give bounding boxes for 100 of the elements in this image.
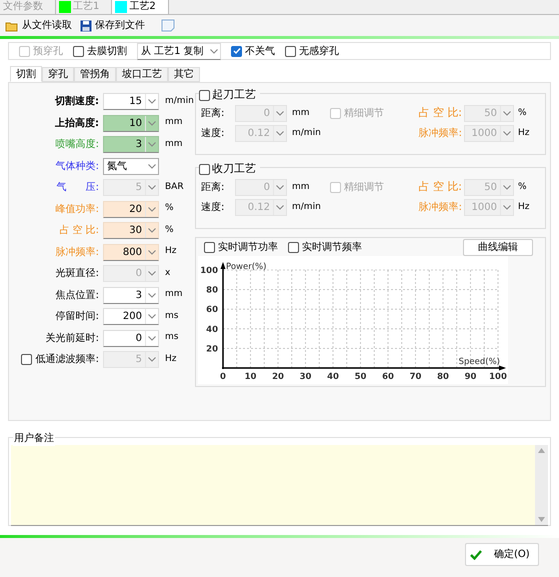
- chevron-down-icon: [148, 314, 156, 319]
- field-label: 脉冲频率:: [418, 126, 463, 141]
- gas-dropdown[interactable]: 氮气: [103, 158, 159, 174]
- chevron-down-icon: [210, 48, 218, 54]
- spin-field[interactable]: 10: [103, 114, 159, 132]
- unit-label: %: [165, 202, 174, 216]
- spin-field: 1000: [464, 199, 514, 216]
- checkbox[interactable]: [285, 46, 296, 56]
- chevron-down-icon: [148, 142, 156, 147]
- document-tab[interactable]: 工艺2: [112, 0, 169, 14]
- field-label: 脉冲频率:: [56, 246, 99, 260]
- unit-label: ms: [165, 331, 178, 344]
- tab[interactable]: 坡口工艺: [116, 67, 168, 82]
- unit-label: mm: [292, 106, 311, 120]
- checkbox-label[interactable]: 实时调节频率: [302, 240, 362, 254]
- field-label: 脉冲频率:: [418, 200, 463, 215]
- x-tick-label: 20: [272, 372, 284, 382]
- spin-field[interactable]: 15: [103, 93, 159, 110]
- field-label: 速度:: [201, 200, 226, 215]
- group-title: 用户备注: [13, 431, 55, 446]
- folder-icon: [5, 20, 19, 32]
- spin-field[interactable]: 30: [103, 222, 159, 239]
- chevron-down-icon: [148, 357, 156, 362]
- spin-field: 5: [103, 179, 159, 196]
- chevron-down-icon: [276, 131, 284, 136]
- curve-edit-button[interactable]: 曲线编辑: [463, 238, 533, 256]
- y-axis-title: Power(%): [226, 262, 266, 272]
- spin-field: 50: [464, 179, 514, 196]
- field-label: 焦点位置:: [56, 288, 99, 302]
- copy-dropdown[interactable]: 从 工艺1 复制: [137, 42, 221, 60]
- unit-label: %: [518, 106, 527, 120]
- x-tick-label: 10: [244, 372, 256, 382]
- tab[interactable]: 穿孔: [42, 67, 74, 82]
- toolbar-button[interactable]: 从文件读取: [5, 16, 72, 34]
- unit-label: mm: [165, 288, 183, 302]
- chevron-down-icon: [148, 185, 156, 190]
- field-label: 气 压:: [56, 181, 99, 195]
- unit-label: x: [165, 266, 170, 280]
- unit-label: mm: [165, 138, 183, 151]
- spin-field[interactable]: 3: [103, 136, 159, 153]
- tab[interactable]: 管拐角: [74, 67, 116, 82]
- x-tick-label: 50: [354, 372, 366, 382]
- checkbox[interactable]: [231, 46, 242, 56]
- unit-label: %: [518, 180, 527, 194]
- spin-field[interactable]: 3: [103, 286, 159, 304]
- chevron-down-icon: [148, 336, 156, 340]
- chevron-down-icon: [148, 228, 156, 233]
- checkbox-label[interactable]: 实时调节功率: [218, 240, 278, 254]
- unit-label: BAR: [165, 180, 184, 194]
- field-label: 喷嘴高度:: [56, 138, 99, 152]
- tab[interactable]: 切割: [10, 66, 42, 82]
- x-axis-title: Speed(%): [458, 357, 500, 367]
- chevron-down-icon: [148, 271, 156, 276]
- checkbox-label[interactable]: 无感穿孔: [299, 44, 339, 58]
- unit-label: Hz: [518, 200, 530, 214]
- checkbox[interactable]: [199, 90, 210, 101]
- checkbox[interactable]: [73, 46, 84, 56]
- unit-label: %: [165, 224, 174, 237]
- chevron-down-icon: [148, 250, 156, 254]
- spin-field[interactable]: 200: [103, 308, 159, 325]
- spin-field[interactable]: 20: [103, 200, 159, 218]
- field-label: 速度:: [201, 126, 226, 141]
- toolbar-button[interactable]: 保存到文件: [80, 16, 145, 34]
- checkbox-label[interactable]: 不关气: [245, 44, 275, 58]
- unit-label: mm: [165, 116, 183, 130]
- field-label: 气体种类:: [56, 160, 99, 174]
- spin-field[interactable]: 0: [103, 330, 159, 346]
- chevron-down-icon: [503, 205, 511, 210]
- field-label: 占 空 比:: [59, 224, 99, 238]
- unit-label: m/min: [165, 94, 194, 108]
- tab[interactable]: 其它: [168, 67, 200, 82]
- checkbox-label: 预穿孔: [33, 44, 63, 58]
- field-label: 光斑直径:: [56, 266, 99, 281]
- checkbox-label: 精细调节: [344, 106, 384, 121]
- checkbox[interactable]: [204, 242, 215, 252]
- spin-field: 5: [103, 351, 159, 368]
- spin-field: 0.12: [235, 125, 287, 142]
- field-label: 峰值功率:: [56, 202, 99, 216]
- y-tick-label: 80: [206, 286, 218, 296]
- ok-button[interactable]: 确定(O): [465, 543, 539, 566]
- x-tick-label: 0: [220, 372, 226, 382]
- field-label: 占 空 比:: [417, 179, 463, 196]
- checkbox-label[interactable]: 去膜切割: [87, 44, 127, 58]
- x-tick-label: 80: [437, 372, 449, 382]
- field-label: 停留时间:: [56, 310, 99, 324]
- checkbox[interactable]: [199, 164, 210, 175]
- spin-field[interactable]: 800: [103, 244, 159, 260]
- spin-field: 50: [464, 105, 514, 122]
- chevron-down-icon: [276, 111, 284, 116]
- chevron-down-icon: [148, 99, 156, 104]
- field-label: 距离:: [201, 180, 226, 195]
- chevron-down-icon: [503, 185, 511, 190]
- spin-field: 0: [235, 179, 287, 196]
- checkbox-label: 精细调节: [344, 180, 384, 195]
- field-label: 低通滤波频率:: [36, 352, 99, 367]
- field-label: 距离:: [201, 106, 226, 121]
- chevron-down-icon: [503, 131, 511, 136]
- x-tick-label: 40: [327, 372, 339, 382]
- x-tick-label: 100: [489, 372, 507, 382]
- checkbox[interactable]: [288, 242, 299, 252]
